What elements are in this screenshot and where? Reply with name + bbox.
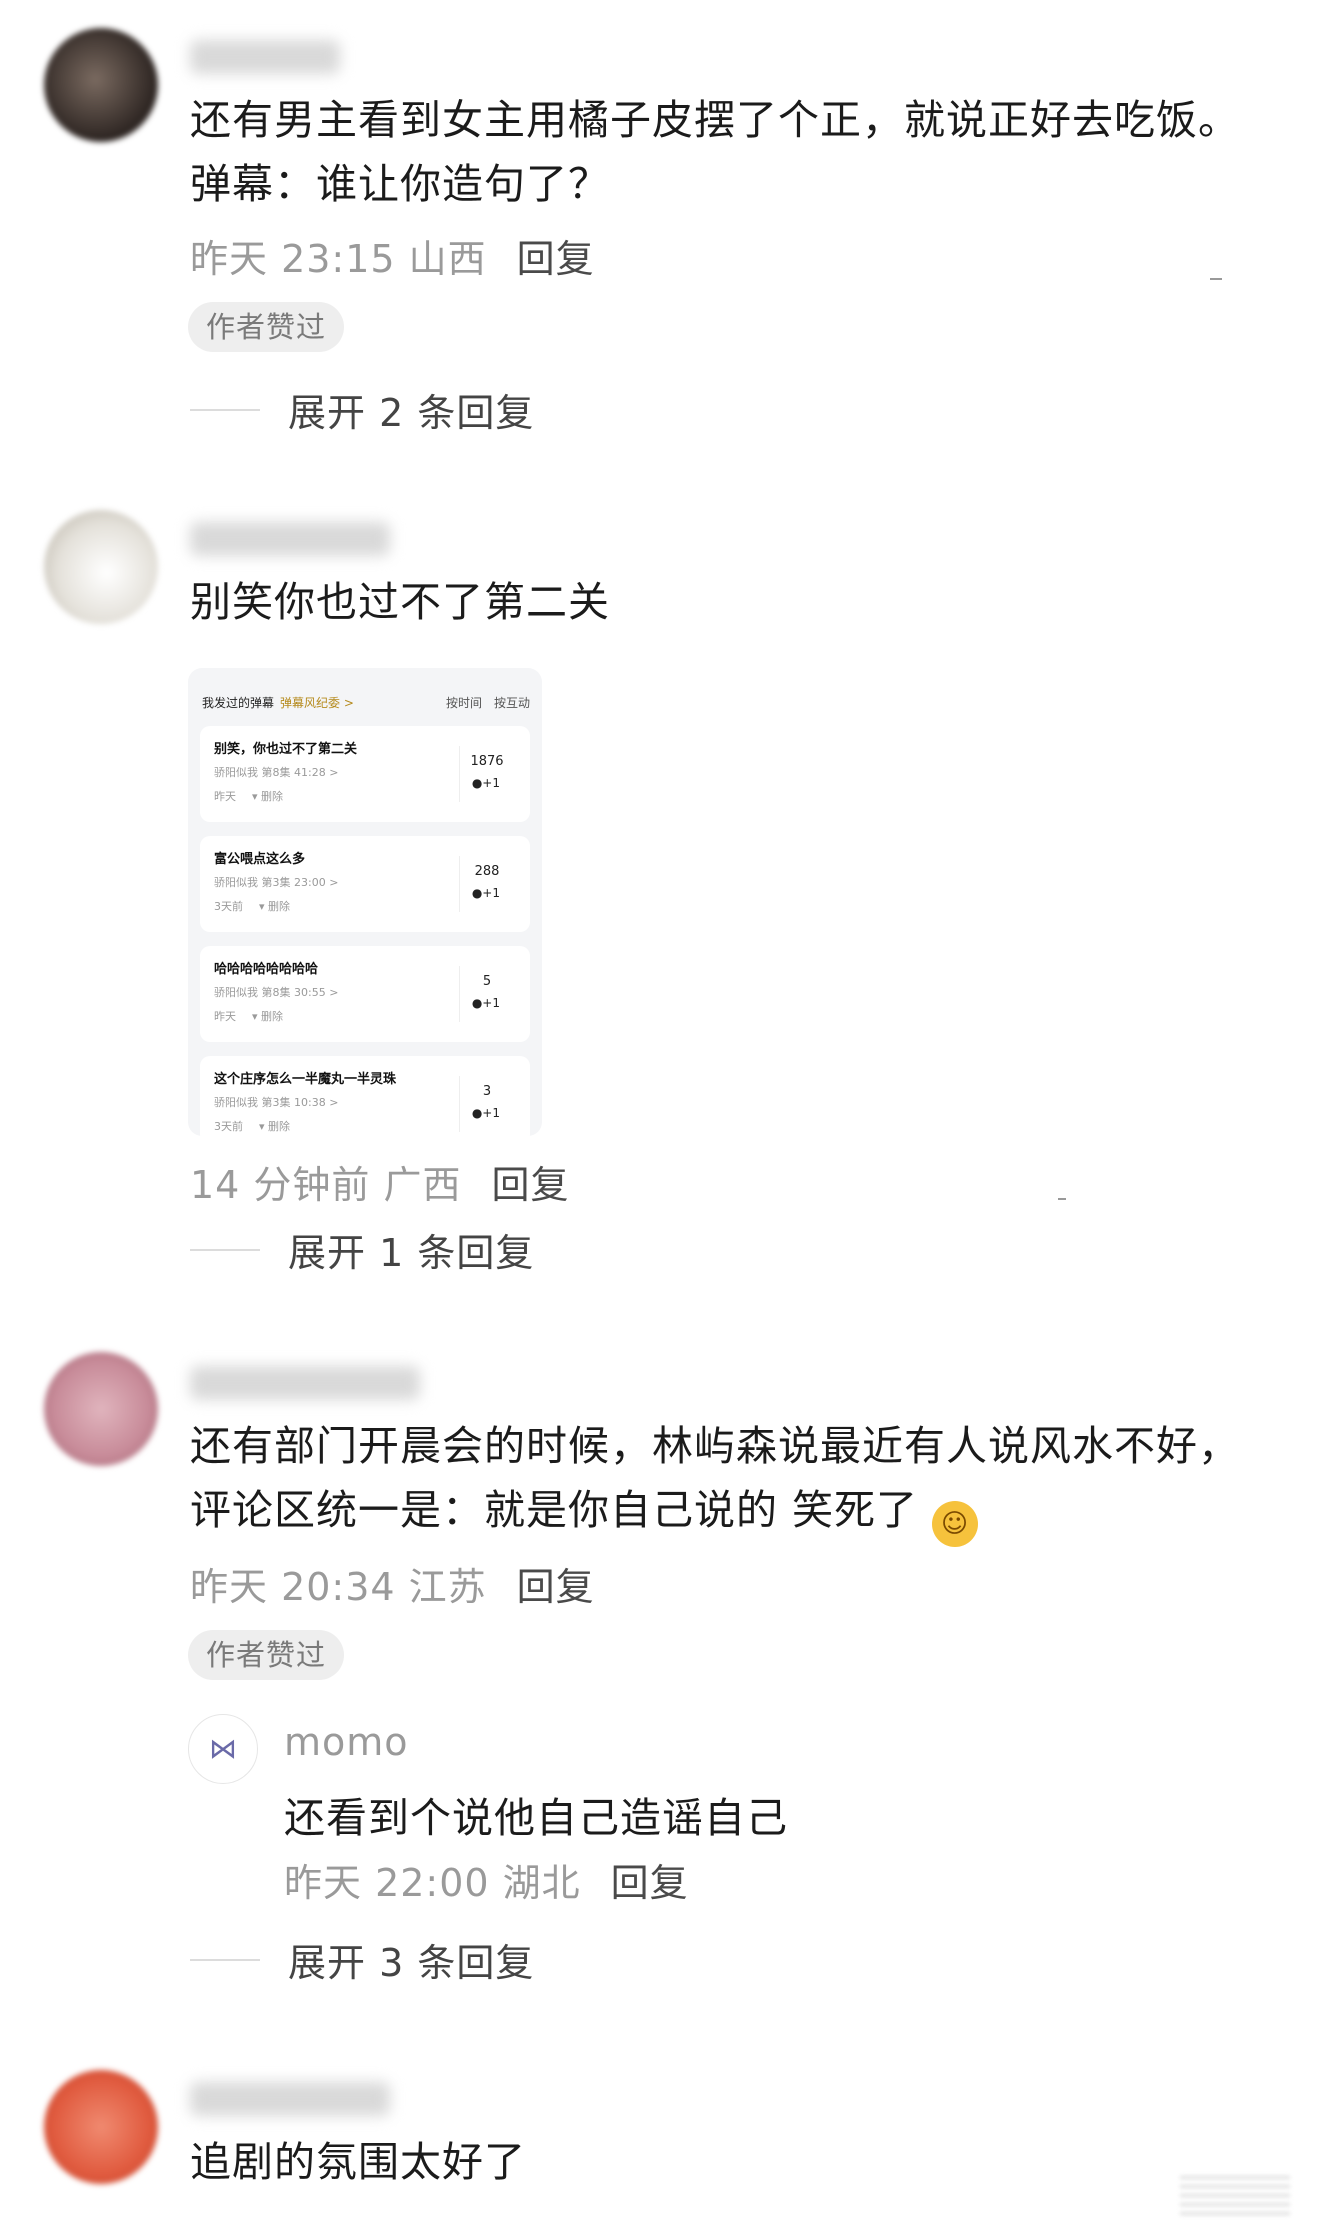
comment-time: 昨天 23:15 山西 [190,237,487,281]
comment-meta: 昨天 23:15 山西 回复 [190,228,595,283]
person-plus-icon: ●+1 [471,886,500,900]
reply-text: 还看到个说他自己造谣自己 [284,1794,788,1842]
expand-label[interactable]: 展开 3 条回复 [288,1932,534,1987]
danmaku-count: 5 [482,974,492,989]
danmaku-source: 骄阳似我 第3集 23:00 > [214,876,339,889]
username-blurred[interactable] [190,1366,420,1400]
username-blurred[interactable] [190,40,340,74]
person-plus-icon: ●+1 [471,996,500,1010]
divider-line [190,408,260,411]
comment-time: 14 分钟前 广西 [190,1163,462,1207]
decorative-mark [1058,1198,1066,1200]
reply-button[interactable]: 回复 [517,237,595,281]
comment-meta: 14 分钟前 广西 回复 [190,1154,570,1209]
avatar[interactable] [44,28,158,142]
screenshot-header: 我发过的弹幕 弹幕风纪委 > 按时间 按互动 [202,694,530,711]
danmaku-text: 这个庄序怎么一半魔丸一半灵珠 [214,1072,397,1087]
trash-icon: ▾ [259,900,265,913]
tears-of-joy-emoji: ☺ [932,1501,979,1547]
reply-meta: 昨天 22:00 湖北 回复 [284,1852,689,1907]
danmaku-item: 哈哈哈哈哈哈哈哈 骄阳似我 第8集 30:55 > 昨天 ▾ 删除 5 ●+1 [200,946,530,1042]
danmaku-date-row: 3天前 ▾ 删除 [214,900,291,913]
sort-options: 按时间 按互动 [434,694,530,711]
trash-icon: ▾ [259,1120,265,1133]
danmaku-text: 富公喂点这么多 [214,852,306,867]
watermark-lines [1180,2176,1290,2216]
trash-icon: ▾ [252,1010,258,1023]
expand-label[interactable]: 展开 2 条回复 [288,382,534,437]
reply-button[interactable]: 回复 [492,1163,570,1207]
danmaku-text: 别笑，你也过不了第二关 [214,742,358,757]
danmaku-source: 骄阳似我 第8集 41:28 > [214,766,339,779]
screenshot-title: 我发过的弹幕 [202,696,275,710]
divider [459,746,460,802]
danmaku-item: 富公喂点这么多 骄阳似我 第3集 23:00 > 3天前 ▾ 删除 288 ●+1 [200,836,530,932]
danmaku-source: 骄阳似我 第3集 10:38 > [214,1096,339,1109]
danmaku-source: 骄阳似我 第8集 30:55 > [214,986,339,999]
comment-time: 昨天 20:34 江苏 [190,1565,487,1609]
danmaku-date-row: 昨天 ▾ 删除 [214,790,284,803]
danmaku-count: 3 [482,1084,492,1099]
divider [459,1076,460,1132]
danmaku-count: 288 [474,864,500,879]
danmaku-count: 1876 [470,754,504,769]
comment-text: 还有部门开晨会的时候，林屿森说最近有人说风水不好， 评论区统一是：就是你自己说的… [190,1414,1260,1547]
danmaku-date-row: 3天前 ▾ 删除 [214,1120,291,1133]
divider-line [190,1958,260,1961]
bow-icon[interactable]: ⋈ [188,1714,258,1784]
expand-replies[interactable]: 展开 1 条回复 [190,1222,534,1277]
comment-text: 追剧的氛围太好了 [190,2138,526,2186]
reply-username[interactable]: momo [284,1720,409,1764]
divider [459,856,460,912]
username-blurred[interactable] [190,2082,390,2116]
username-blurred[interactable] [190,522,390,556]
danmaku-tag: 弹幕风纪委 > [280,696,354,710]
danmaku-item: 这个庄序怎么一半魔丸一半灵珠 骄阳似我 第3集 10:38 > 3天前 ▾ 删除 … [200,1056,530,1136]
reply-button[interactable]: 回复 [517,1565,595,1609]
danmaku-text: 哈哈哈哈哈哈哈哈 [214,962,319,977]
person-plus-icon: ●+1 [471,776,500,790]
comment-text: 还有男主看到女主用橘子皮摆了个正，就说正好去吃饭。 弹幕：谁让你造句了？ [190,96,1240,208]
danmaku-date-row: 昨天 ▾ 删除 [214,1010,284,1023]
person-plus-icon: ●+1 [471,1106,500,1120]
comment-text: 别笑你也过不了第二关 [190,578,610,626]
avatar[interactable] [44,1352,158,1466]
expand-label[interactable]: 展开 1 条回复 [288,1222,534,1277]
decorative-mark [1210,278,1222,280]
reply-button[interactable]: 回复 [611,1861,689,1905]
embedded-screenshot[interactable]: 我发过的弹幕 弹幕风纪委 > 按时间 按互动 别笑，你也过不了第二关 骄阳似我 第8… [188,668,542,1136]
sort-by-time: 按时间 [445,696,482,710]
comment-meta: 昨天 20:34 江苏 回复 [190,1556,595,1611]
divider [459,966,460,1022]
sort-by-interaction: 按互动 [493,696,530,710]
danmaku-item: 别笑，你也过不了第二关 骄阳似我 第8集 41:28 > 昨天 ▾ 删除 1876… [200,726,530,822]
avatar[interactable] [44,2070,158,2184]
expand-replies[interactable]: 展开 3 条回复 [190,1932,534,1987]
trash-icon: ▾ [252,790,258,803]
author-liked-badge: 作者赞过 [188,302,345,352]
author-liked-badge: 作者赞过 [188,1630,345,1680]
expand-replies[interactable]: 展开 2 条回复 [190,382,534,437]
divider-line [190,1248,260,1251]
avatar[interactable] [44,510,158,624]
reply-time: 昨天 22:00 湖北 [284,1861,581,1905]
